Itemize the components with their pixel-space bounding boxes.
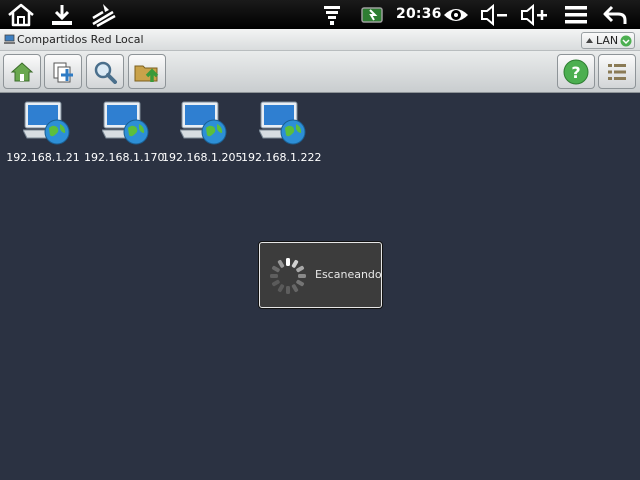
spinner-icon [270,258,306,294]
chevron-down-icon [620,35,632,47]
host-item[interactable]: 192.168.1.205 [162,100,243,166]
back-icon[interactable] [600,0,630,29]
window-title: Compartidos Red Local [17,33,144,46]
dialog-message: Escaneando [315,268,382,281]
wifi-icon [320,0,344,29]
help-icon: ? [563,59,589,84]
host-label: 192.168.1.205 [162,151,243,164]
battery-icon [360,0,386,29]
help-button[interactable]: ? [557,54,595,89]
folder-up-icon [134,65,159,82]
network-computer-icon [259,101,306,145]
toolbar: ? [0,51,640,93]
scanning-dialog: Escaneando [259,242,382,308]
host-item[interactable]: 192.168.1.170 [84,100,165,166]
status-bar: 20:36 [0,0,640,29]
network-computer-icon [180,101,227,145]
usb-debug-icon[interactable] [88,0,118,29]
network-computer-icon [23,101,70,145]
host-label: 192.168.1.21 [6,151,80,164]
network-select-value: LAN [596,34,619,47]
search-icon [94,61,117,84]
caret-up-icon [586,38,593,43]
volume-down-icon[interactable] [478,0,510,29]
title-bar: Compartidos Red Local LAN [0,29,640,51]
host-item[interactable]: 192.168.1.222 [241,100,322,166]
home-button[interactable] [3,54,41,89]
download-icon[interactable] [48,0,76,29]
host-label: 192.168.1.170 [84,151,165,164]
home-icon [10,61,34,81]
home-icon[interactable] [6,0,36,29]
add-icon [53,62,73,82]
network-select[interactable]: LAN [581,32,635,49]
host-item[interactable]: 192.168.1.21 [5,100,81,166]
folder-up-button[interactable] [128,54,166,89]
menu-icon[interactable] [562,0,590,29]
network-computer-icon [102,101,149,145]
volume-up-icon[interactable] [518,0,550,29]
computer-icon [4,34,15,44]
svg-text:?: ? [571,63,580,82]
list-view-button[interactable] [598,54,636,89]
list-view-icon [608,63,626,80]
eye-icon[interactable] [442,0,470,29]
search-button[interactable] [86,54,124,89]
clock: 20:36 [396,6,442,22]
add-share-button[interactable] [44,54,82,89]
host-label: 192.168.1.222 [241,151,322,164]
